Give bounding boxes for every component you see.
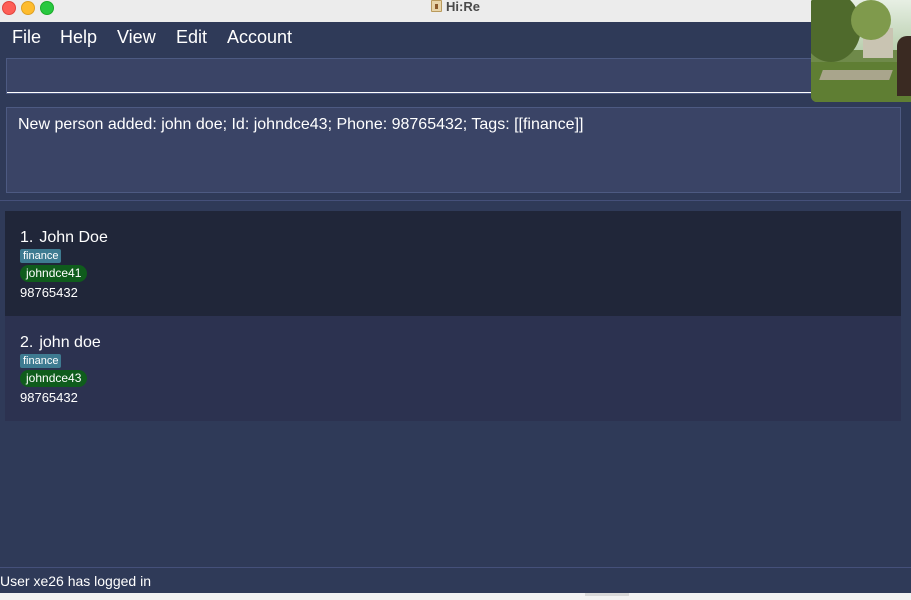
person-list[interactable]: 1. John Doe finance johndce41 98765432 2.…: [5, 211, 901, 421]
webcam-path: [819, 70, 893, 80]
webcam-grass: [811, 62, 911, 102]
webcam-person: [897, 36, 911, 96]
section-divider: [0, 200, 911, 201]
window-title-area: Hi:Re: [0, 0, 911, 16]
person-id-badge: johndce41: [20, 265, 88, 282]
person-name: John Doe: [39, 229, 108, 246]
menu-view[interactable]: View: [117, 26, 156, 48]
app-document-icon: [431, 0, 443, 12]
person-phone: 98765432: [20, 390, 78, 405]
person-name-line: 1. John Doe: [20, 229, 108, 247]
title-bar: Hi:Re: [0, 0, 911, 23]
person-index: 2.: [20, 334, 34, 351]
window-title: Hi:Re: [446, 0, 480, 14]
tag-badge: finance: [20, 249, 62, 263]
status-bar: User xe26 has logged in: [0, 567, 911, 593]
menu-account[interactable]: Account: [227, 26, 292, 48]
menu-edit[interactable]: Edit: [176, 26, 207, 48]
menu-file[interactable]: File: [12, 26, 41, 48]
command-box: [6, 58, 900, 94]
person-card[interactable]: 2. john doe finance johndce43 98765432: [5, 316, 901, 421]
menu-help[interactable]: Help: [60, 26, 97, 48]
bottom-edge: [0, 593, 911, 600]
webcam-overlay: [811, 0, 911, 102]
app-window: Hi:Re File Help View Edit Account New pe…: [0, 0, 911, 600]
person-card[interactable]: 1. John Doe finance johndce41 98765432: [5, 211, 901, 316]
person-name: john doe: [39, 334, 101, 351]
tag-badge: finance: [20, 354, 62, 368]
status-message: User xe26 has logged in: [0, 573, 151, 589]
person-index: 1.: [20, 229, 34, 246]
person-name-line: 2. john doe: [20, 334, 101, 352]
menu-bar: File Help View Edit Account: [0, 22, 911, 52]
person-id-badge: johndce43: [20, 370, 88, 387]
result-message: New person added: john doe; Id: johndce4…: [18, 116, 584, 133]
webcam-tree: [851, 0, 891, 40]
bottom-edge-segment: [585, 593, 629, 596]
person-phone: 98765432: [20, 285, 78, 300]
result-display: New person added: john doe; Id: johndce4…: [6, 107, 901, 193]
command-input[interactable]: [7, 59, 899, 93]
